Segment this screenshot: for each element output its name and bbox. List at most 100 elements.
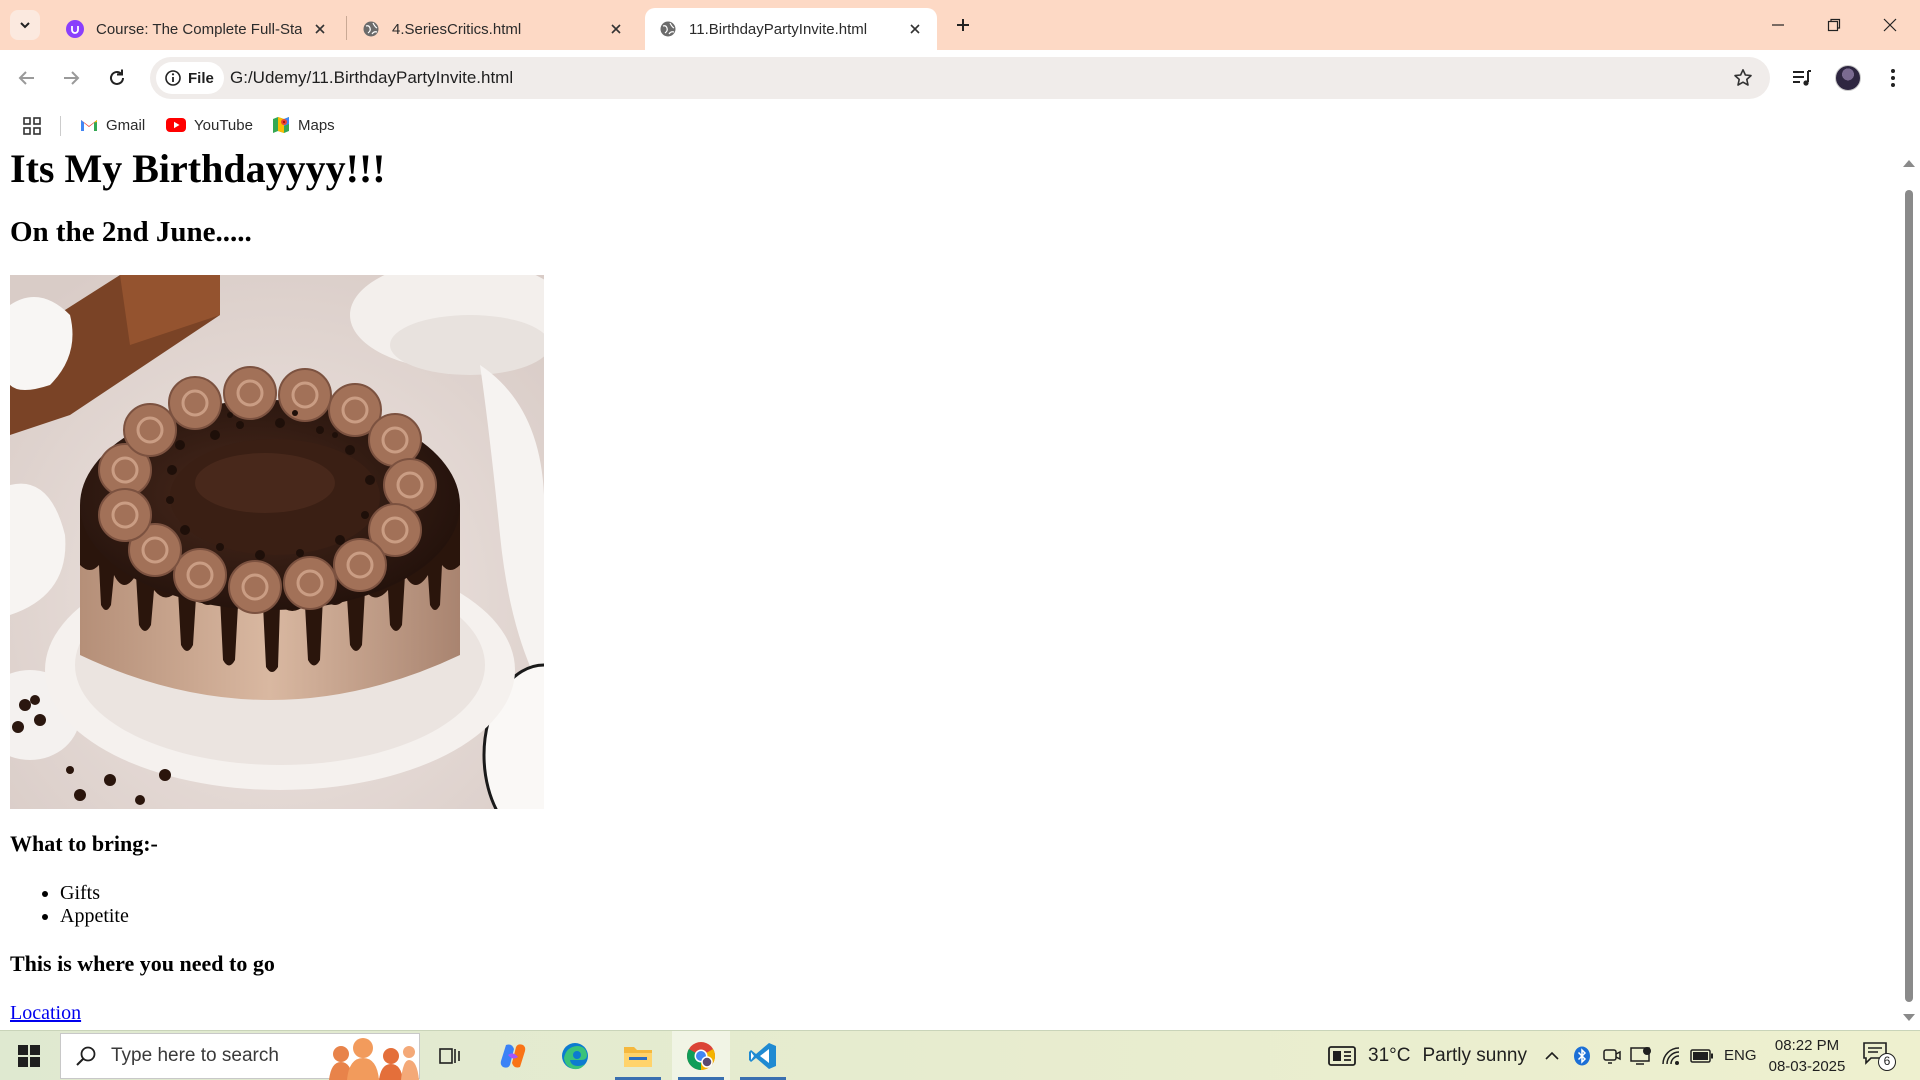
meet-now-icon[interactable]	[1600, 1044, 1624, 1068]
cake-illustration	[10, 275, 544, 809]
tab-separator	[346, 16, 347, 40]
search-icon	[75, 1045, 97, 1067]
udemy-icon	[66, 20, 84, 38]
clock-date: 08-03-2025	[1768, 1058, 1846, 1075]
profile-button[interactable]	[1830, 60, 1866, 96]
input-language-indicator[interactable]: ENG	[1724, 1031, 1757, 1080]
globe-icon	[362, 20, 380, 38]
page-scrollbar[interactable]	[1898, 144, 1920, 1030]
weather-condition: Partly sunny	[1422, 1045, 1527, 1066]
forward-button[interactable]	[53, 60, 89, 96]
battery-icon[interactable]	[1690, 1044, 1714, 1068]
globe-icon	[659, 20, 677, 38]
site-chip-label: File	[188, 69, 214, 87]
location-link[interactable]: Location	[10, 1002, 81, 1025]
arrow-right-icon	[64, 71, 80, 85]
bookmark-label: Maps	[298, 116, 335, 134]
taskbar-search[interactable]: Type here to search	[60, 1033, 420, 1080]
weather-news-icon	[1328, 1046, 1356, 1066]
reload-button[interactable]	[99, 60, 135, 96]
close-icon	[1883, 18, 1897, 32]
address-bar[interactable]: File G:/Udemy/11.BirthdayPartyInvite.htm…	[150, 57, 1770, 99]
browser-toolbar: File G:/Udemy/11.BirthdayPartyInvite.htm…	[0, 50, 1920, 106]
star-icon	[1734, 69, 1752, 86]
bookmark-gmail[interactable]: Gmail	[80, 112, 145, 138]
what-to-bring-heading: What to bring:-	[10, 831, 158, 856]
wifi-icon[interactable]	[1660, 1044, 1684, 1068]
tab-series-critics[interactable]: 4.SeriesCritics.html	[348, 8, 638, 50]
search-highlight-illustration	[329, 1038, 419, 1080]
more-vertical-icon	[1891, 69, 1895, 87]
browser-menu-button[interactable]	[1875, 60, 1911, 96]
edge-icon	[562, 1043, 588, 1070]
notification-count-badge: 6	[1878, 1053, 1896, 1071]
close-window-button[interactable]	[1862, 0, 1918, 50]
vscode-icon	[749, 1043, 776, 1069]
scroll-up-arrow[interactable]	[1903, 160, 1915, 167]
browser-tab-strip: Course: The Complete Full-Stack Web Deve…	[0, 0, 1920, 50]
close-icon[interactable]	[310, 19, 330, 39]
bookmark-maps[interactable]: Maps	[272, 112, 335, 138]
media-controls-button[interactable]	[1784, 60, 1820, 96]
url-text[interactable]: G:/Udemy/11.BirthdayPartyInvite.html	[230, 57, 513, 99]
arrow-left-icon	[18, 71, 34, 85]
chevron-down-icon	[20, 22, 30, 29]
clock-time: 08:22 PM	[1774, 1037, 1840, 1054]
tab-course[interactable]: Course: The Complete Full-Stack Web Deve…	[52, 8, 342, 50]
apps-grid-button[interactable]	[20, 114, 44, 138]
tab-birthday-invite[interactable]: 11.BirthdayPartyInvite.html	[645, 8, 937, 50]
web-page-content: Its My Birthdayyyy!!! On the 2nd June...…	[0, 144, 1898, 1030]
restore-button[interactable]	[1806, 0, 1862, 50]
back-button[interactable]	[9, 60, 45, 96]
scroll-down-arrow[interactable]	[1903, 1014, 1915, 1021]
task-view-icon	[439, 1048, 460, 1064]
close-icon[interactable]	[905, 19, 925, 39]
bookmark-star-button[interactable]	[1728, 63, 1758, 93]
youtube-icon	[166, 118, 186, 132]
scrollbar-thumb[interactable]	[1905, 190, 1913, 1002]
bookmark-label: YouTube	[194, 116, 253, 134]
chrome-app[interactable]	[672, 1031, 730, 1080]
copilot-icon	[500, 1044, 526, 1068]
bookmark-youtube[interactable]: YouTube	[166, 112, 253, 138]
bring-list: Gifts Appetite	[60, 882, 129, 928]
tab-search-button[interactable]	[10, 10, 40, 40]
apps-grid-icon	[23, 117, 41, 135]
display-icon[interactable]	[1629, 1044, 1653, 1068]
list-item: Gifts	[60, 882, 129, 905]
reload-icon	[110, 69, 124, 85]
file-explorer-app[interactable]	[609, 1031, 667, 1080]
close-icon[interactable]	[606, 19, 626, 39]
minimize-button[interactable]	[1750, 0, 1806, 50]
show-hidden-icons-button[interactable]	[1540, 1044, 1564, 1068]
folder-icon	[624, 1047, 652, 1067]
new-tab-button[interactable]	[948, 10, 978, 40]
bookmark-label: Gmail	[106, 116, 146, 134]
tab-label: 4.SeriesCritics.html	[392, 20, 522, 38]
avatar	[1835, 65, 1861, 91]
chrome-icon	[687, 1042, 715, 1070]
copilot-app[interactable]	[484, 1031, 542, 1080]
minimize-icon	[1772, 24, 1784, 26]
plus-icon	[957, 19, 969, 31]
weather-widget[interactable]: 31°C Partly sunny	[1328, 1031, 1527, 1080]
date-subheading: On the 2nd June.....	[10, 216, 252, 248]
edge-app[interactable]	[546, 1031, 604, 1080]
notification-center-button[interactable]: 6	[1862, 1041, 1896, 1071]
system-clock[interactable]: 08:22 PM 08-03-2025	[1766, 1035, 1848, 1077]
start-button[interactable]	[0, 1031, 58, 1080]
gmail-icon	[80, 118, 98, 132]
search-placeholder: Type here to search	[111, 1045, 279, 1066]
vscode-app[interactable]	[734, 1031, 792, 1080]
windows-logo-icon	[18, 1045, 40, 1067]
windows-taskbar: Type here to search 31°C Partly sunny EN…	[0, 1030, 1920, 1080]
weather-temperature: 31°C	[1368, 1045, 1411, 1066]
task-view-button[interactable]	[421, 1031, 479, 1080]
bluetooth-icon[interactable]	[1570, 1044, 1594, 1068]
playlist-icon	[1793, 70, 1811, 86]
info-icon	[164, 69, 182, 87]
cake-image	[10, 275, 544, 809]
site-info-chip[interactable]: File	[156, 62, 224, 94]
restore-icon	[1827, 18, 1841, 32]
where-to-go-heading: This is where you need to go	[10, 951, 275, 976]
